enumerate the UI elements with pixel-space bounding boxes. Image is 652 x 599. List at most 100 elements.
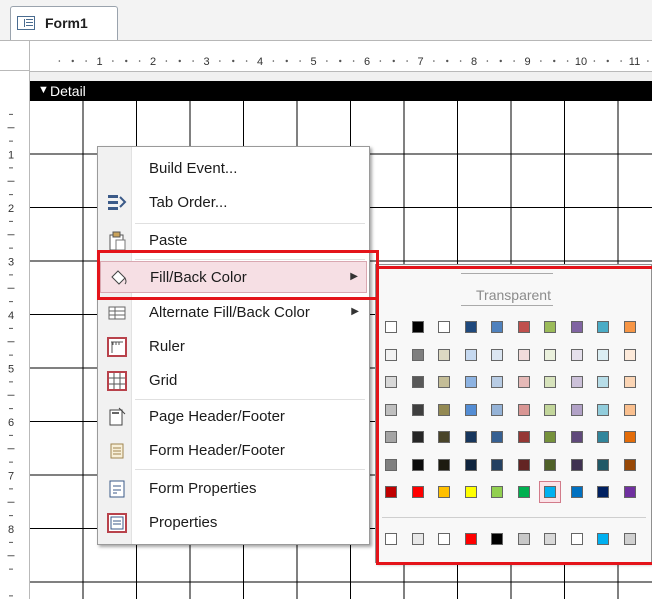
menu-item-label: Alternate Fill/Back Color [149,304,310,321]
ruler-label: 2 [8,203,14,215]
menu-item-form-properties[interactable]: Form Properties [100,473,367,505]
ruler-label: 3 [203,56,209,68]
document-tab-bar: Form1 [0,0,652,41]
ruler-tick [178,59,181,63]
ruler-label: 5 [310,56,316,68]
ruler-label: 2 [150,56,156,68]
ruler-tick [499,59,502,63]
form1-tab[interactable]: Form1 [10,6,118,40]
alternate-fill-icon [107,303,127,323]
menu-item-label: Tab Order... [149,194,228,211]
ruler-label: 6 [364,56,370,68]
vertical-ruler-ticks: 1 2 3 4 5 6 7 8 [7,113,15,597]
ruler-label: 4 [8,310,14,322]
menu-item-label: Build Event... [149,160,238,177]
context-menu: Build Event... Tab Order... Paste Fill/B… [97,146,370,545]
ruler-tick [299,60,301,62]
ruler-label: 1 [96,56,102,68]
properties-icon [107,513,127,533]
ruler-label: 4 [257,56,263,68]
ruler-tick [85,60,87,62]
ruler-tick [71,59,74,63]
menu-item-form-header-footer[interactable]: Form Header/Footer [100,435,367,467]
ruler-tick [112,60,114,62]
ruler-tick [593,60,596,62]
ruler-tick [433,60,435,62]
menu-item-label: Page Header/Footer [149,408,285,425]
ruler-tick [125,59,128,63]
detail-section-bar[interactable]: ▼ Detail [30,81,652,101]
menu-separator [135,399,365,400]
menu-item-tab-order[interactable]: Tab Order... [100,187,367,219]
menu-separator [135,223,365,224]
menu-item-build-event[interactable]: Build Event... [100,153,367,185]
grid-icon [107,371,127,391]
ruler-tick [339,59,342,63]
form-header-icon [107,441,127,461]
ruler-tick [406,60,408,62]
ruler-tick [165,60,168,62]
page-header-icon [107,407,127,427]
menu-item-grid[interactable]: Grid [100,365,367,397]
ruler-tick [352,60,355,62]
form-icon [17,16,35,30]
menu-item-label: Grid [149,372,178,389]
menu-separator [135,469,365,470]
ruler-tick [138,60,141,62]
ruler-label: 7 [8,471,14,483]
ruler-corner[interactable] [0,41,30,71]
ruler-tick [285,59,288,63]
ruler-tick [606,59,609,63]
ruler-label: 6 [8,417,14,429]
horizontal-ruler[interactable]: 1 2 3 4 5 6 7 8 9 10 11 [30,41,652,72]
ruler-tick [326,60,328,62]
ruler-tick [192,60,194,62]
ruler-tick [553,59,556,63]
ruler-label: 3 [8,257,14,269]
ruler-icon [107,337,127,357]
tab-title: Form1 [45,15,88,31]
ruler-label: 8 [8,524,14,536]
menu-item-label: Properties [149,514,218,531]
ruler-label: 7 [417,56,423,68]
ruler-label: 1 [8,150,14,162]
ruler-tick [647,60,649,62]
form-properties-icon [107,479,127,499]
menu-item-properties[interactable]: Properties [100,507,367,539]
vertical-ruler[interactable]: 1 2 3 4 5 6 7 8 [0,71,30,599]
ruler-tick [540,60,542,62]
ruler-label: 9 [524,56,530,68]
menu-item-label: Form Header/Footer [149,442,285,459]
ruler-label: 5 [8,364,14,376]
fill-color-highlight-box [97,250,379,300]
ruler-tick [58,60,61,62]
menu-item-label: Form Properties [149,480,257,497]
ruler-tick [513,60,515,62]
ruler-tick [272,60,275,62]
ruler-tick [486,60,489,62]
submenu-arrow-icon: ▶ [351,306,359,317]
ruler-tick [446,59,449,63]
ruler-tick [392,59,395,63]
palette-highlight-box [376,266,652,565]
ruler-label: 10 [575,56,587,68]
ruler-tick [620,60,622,62]
menu-item-label: Paste [149,232,188,249]
section-title: Detail [50,83,86,99]
ruler-label: 8 [471,56,477,68]
ruler-tick [379,60,382,62]
ruler-tick [232,59,235,63]
clipboard-icon [107,231,127,251]
ruler-tick [566,60,569,62]
ruler-label: 11 [629,56,640,68]
menu-item-label: Ruler [149,338,185,355]
ruler-tick [219,60,221,62]
ruler-tick [459,60,462,62]
menu-item-page-header-footer[interactable]: Page Header/Footer [100,401,367,433]
ruler-tick [245,60,248,62]
section-arrow-icon: ▼ [38,84,49,96]
horizontal-ruler-ticks: 1 2 3 4 5 6 7 8 9 10 11 [58,56,649,68]
tab-order-icon [107,193,127,213]
menu-item-alternate-fill-back-color[interactable]: Alternate Fill/Back Color ▶ [100,297,367,329]
menu-item-ruler[interactable]: Ruler [100,331,367,363]
